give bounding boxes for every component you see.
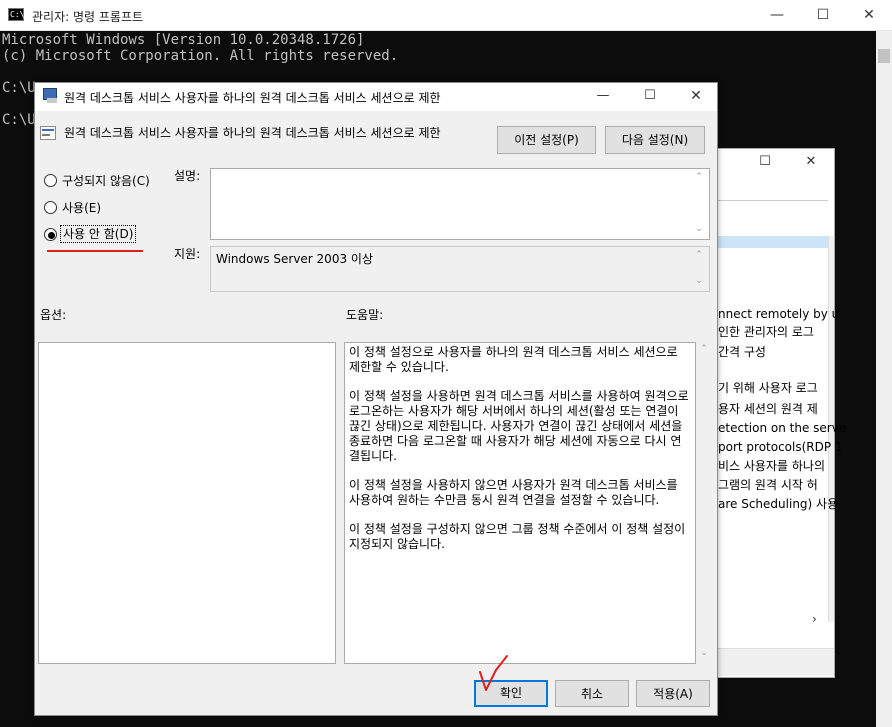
scroll-down-arrow-icon[interactable]: ⌄ <box>693 276 705 286</box>
radio-selected-dot <box>48 232 55 239</box>
help-paragraph: 이 정책 설정을 구성하지 않으면 그룹 정책 수준에서 이 정책 설정이 지정… <box>349 522 686 551</box>
background-close-button[interactable]: ✕ <box>788 148 834 176</box>
console-line: C:\U <box>2 80 36 96</box>
console-window-title: 관리자: 명령 프롬프트 <box>32 10 144 24</box>
list-item: 그램의 원격 시작 허 <box>718 478 818 492</box>
help-paragraph: 이 정책 설정을 사용하지 않으면 사용자가 원격 데스크톱 서비스를 사용하여… <box>349 478 678 507</box>
console-scrollbar[interactable] <box>876 31 892 727</box>
list-item: 비스 사용자를 하나의 <box>718 459 825 473</box>
disabled-label[interactable]: 사용 안 함(D) <box>60 225 137 243</box>
scroll-right-arrow-icon[interactable]: › <box>812 612 817 626</box>
dialog-close-button[interactable]: ✕ <box>673 82 719 110</box>
apply-button[interactable]: 적용(A) <box>636 680 710 707</box>
scroll-up-arrow-icon[interactable]: ⌃ <box>693 172 705 182</box>
help-text-panel[interactable]: 이 정책 설정으로 사용자를 하나의 원격 데스크톱 서비스 세션으로 제한할 … <box>344 342 696 664</box>
disabled-radio[interactable] <box>44 228 57 241</box>
enabled-radio[interactable] <box>44 201 57 214</box>
setting-name: 원격 데스크톱 서비스 사용자를 하나의 원격 데스크톱 서비스 세션으로 제한 <box>64 126 441 140</box>
supported-value: Windows Server 2003 이상 <box>216 252 373 266</box>
console-line: C:\U <box>2 112 36 128</box>
scroll-down-arrow-icon[interactable]: ⌄ <box>698 648 710 658</box>
help-paragraph: 이 정책 설정을 사용하면 원격 데스크톱 서비스를 사용하여 원격으로 로그온… <box>349 389 689 463</box>
selected-row-highlight <box>718 236 828 248</box>
divider <box>706 200 828 201</box>
background-statusbar <box>706 648 834 676</box>
comment-label: 설명: <box>174 169 201 183</box>
dialog-minimize-button[interactable]: — <box>580 82 626 110</box>
maximize-button[interactable]: ☐ <box>800 0 846 30</box>
check-mark-annotation-icon <box>479 655 508 691</box>
scroll-up-arrow-icon[interactable]: ⌃ <box>698 344 710 354</box>
dialog-title: 원격 데스크톱 서비스 사용자를 하나의 원격 데스크톱 서비스 세션으로 제한 <box>64 91 441 105</box>
help-scrollbar[interactable] <box>697 342 711 664</box>
list-item: 기 위해 사용자 로그 <box>718 381 818 395</box>
minimize-button[interactable]: — <box>754 0 800 30</box>
dialog-maximize-button[interactable]: ☐ <box>627 82 673 110</box>
enabled-label[interactable]: 사용(E) <box>62 199 101 216</box>
scroll-down-arrow-icon[interactable]: ⌄ <box>693 224 705 234</box>
annotation-underline <box>47 250 143 252</box>
list-item: 간격 구성 <box>718 345 766 359</box>
setting-icon-line <box>42 134 50 136</box>
supported-label: 지원: <box>174 247 201 261</box>
console-scroll-thumb[interactable] <box>878 49 890 63</box>
next-setting-button[interactable]: 다음 설정(N) <box>605 126 705 154</box>
help-label: 도움말: <box>346 308 384 322</box>
list-item: 인한 관리자의 로그 <box>718 325 814 339</box>
close-button[interactable]: ✕ <box>846 0 892 30</box>
options-panel <box>38 342 336 664</box>
setting-icon-line <box>42 129 54 131</box>
background-maximize-button[interactable]: ☐ <box>742 148 788 176</box>
help-paragraph: 이 정책 설정으로 사용자를 하나의 원격 데스크톱 서비스 세션으로 제한할 … <box>349 345 678 374</box>
list-item: nnect remotely by u <box>718 307 840 321</box>
list-item: 용자 세션의 원격 제 <box>718 402 818 416</box>
not-configured-radio[interactable] <box>44 174 57 187</box>
console-line: (c) Microsoft Corporation. All rights re… <box>2 48 399 64</box>
options-label: 옵션: <box>40 308 67 322</box>
cancel-button[interactable]: 취소 <box>555 680 629 707</box>
list-item: etection on the serve <box>718 421 847 435</box>
list-item: are Scheduling) 사용 <box>718 497 839 511</box>
comment-textarea[interactable] <box>210 168 710 240</box>
check-mark-stroke <box>479 655 508 691</box>
previous-setting-button[interactable]: 이전 설정(P) <box>497 126 596 154</box>
not-configured-label[interactable]: 구성되지 않음(C) <box>62 172 150 189</box>
scroll-up-arrow-icon[interactable]: ⌃ <box>693 250 705 260</box>
console-line: Microsoft Windows [Version 10.0.20348.17… <box>2 32 365 48</box>
policy-icon-base <box>47 98 57 103</box>
console-app-icon: C:\ <box>8 8 25 21</box>
list-item: port protocols(RDP 1 <box>718 440 843 454</box>
